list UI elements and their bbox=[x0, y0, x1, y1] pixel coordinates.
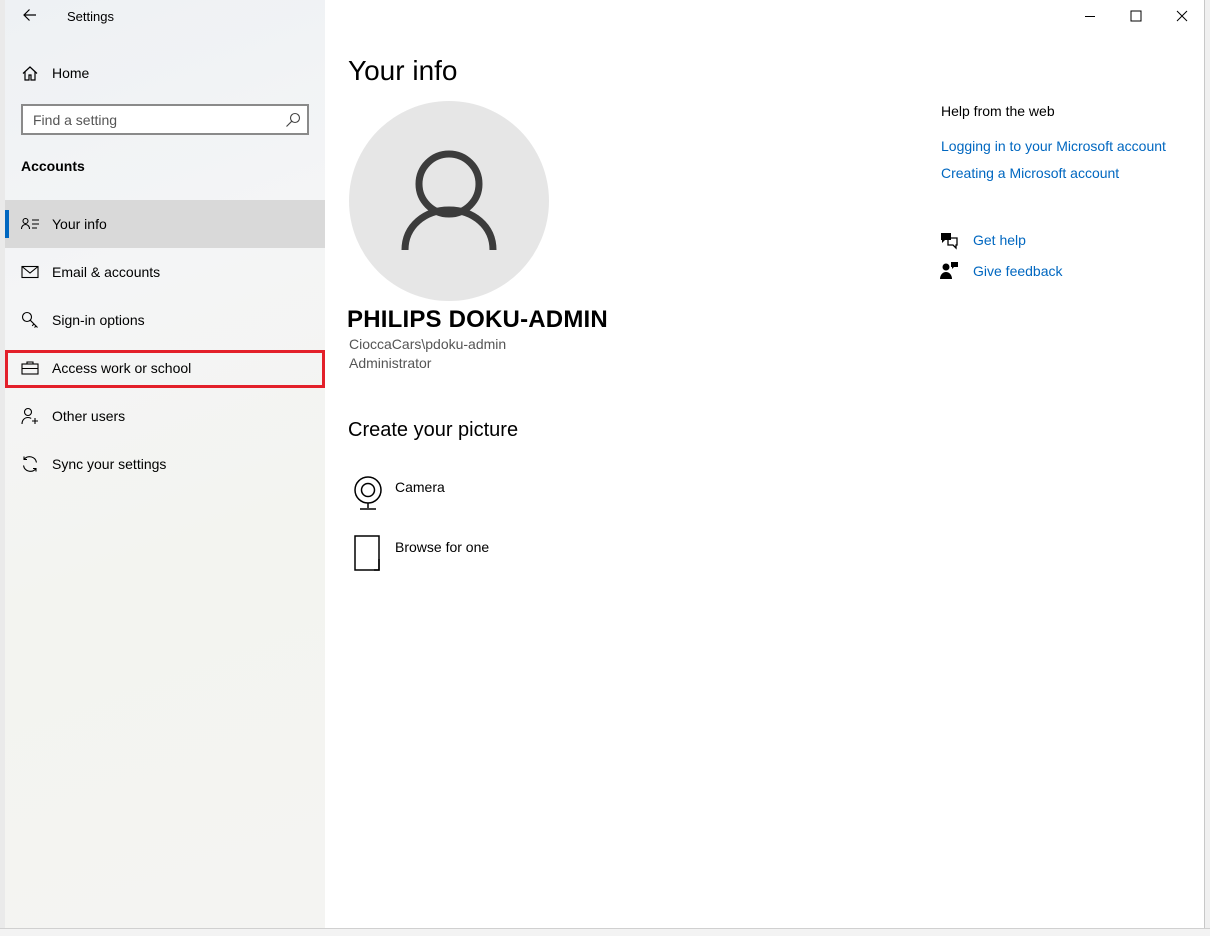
user-display-name: PHILIPS DOKU-ADMIN bbox=[347, 306, 608, 333]
close-icon bbox=[1176, 10, 1188, 22]
background-window-edge-right bbox=[1205, 0, 1210, 936]
browse-option-label: Browse for one bbox=[395, 539, 490, 555]
settings-window: Settings Home Accounts Your info bbox=[5, 0, 1205, 928]
sidebar-item-sync-settings[interactable]: Sync your settings bbox=[5, 440, 325, 488]
sidebar-item-label: Your info bbox=[52, 216, 107, 232]
create-picture-heading: Create your picture bbox=[348, 419, 519, 441]
home-icon bbox=[22, 66, 38, 81]
help-heading: Help from the web bbox=[941, 103, 1055, 119]
give-feedback-label: Give feedback bbox=[973, 263, 1063, 279]
chat-help-icon bbox=[941, 233, 958, 250]
get-help-label: Get help bbox=[973, 232, 1026, 248]
browse-option[interactable]: Browse for one bbox=[348, 535, 648, 585]
avatar bbox=[349, 101, 549, 301]
mail-icon bbox=[21, 265, 39, 279]
help-link-creating-account[interactable]: Creating a Microsoft account bbox=[941, 165, 1119, 181]
help-link-logging-in[interactable]: Logging in to your Microsoft account bbox=[941, 138, 1166, 154]
sidebar-item-label: Sync your settings bbox=[52, 456, 167, 472]
user-role: Administrator bbox=[349, 355, 432, 371]
sync-icon bbox=[22, 456, 38, 472]
maximize-button[interactable] bbox=[1113, 0, 1159, 32]
page-title: Your info bbox=[348, 55, 458, 86]
sidebar-item-label: Email & accounts bbox=[52, 264, 161, 280]
sidebar-item-label: Sign-in options bbox=[52, 312, 145, 328]
feedback-icon bbox=[940, 262, 958, 279]
sidebar-item-sign-in-options[interactable]: Sign-in options bbox=[5, 296, 325, 344]
search-box[interactable] bbox=[21, 104, 309, 135]
briefcase-icon bbox=[21, 361, 39, 375]
background-window-edge-bottom bbox=[0, 928, 1210, 936]
camera-icon bbox=[354, 476, 382, 510]
sidebar-item-other-users[interactable]: Other users bbox=[5, 392, 325, 440]
add-person-icon bbox=[21, 407, 38, 425]
sidebar-item-your-info[interactable]: Your info bbox=[5, 200, 325, 248]
sidebar: Settings Home Accounts Your info bbox=[5, 0, 325, 928]
camera-option[interactable]: Camera bbox=[348, 475, 648, 525]
back-button[interactable] bbox=[19, 4, 41, 26]
sidebar-item-email-accounts[interactable]: Email & accounts bbox=[5, 248, 325, 296]
camera-option-label: Camera bbox=[395, 479, 445, 495]
minimize-icon bbox=[1085, 16, 1095, 17]
back-arrow-icon bbox=[23, 9, 36, 21]
window-title: Settings bbox=[67, 9, 114, 24]
minimize-button[interactable] bbox=[1067, 0, 1113, 32]
close-button[interactable] bbox=[1159, 0, 1205, 32]
sidebar-item-access-work-or-school[interactable]: Access work or school bbox=[5, 344, 325, 392]
sidebar-item-label: Access work or school bbox=[52, 360, 192, 376]
contact-info-icon bbox=[21, 217, 39, 230]
maximize-icon bbox=[1130, 10, 1142, 22]
key-icon bbox=[21, 311, 38, 328]
sidebar-item-home[interactable]: Home bbox=[5, 55, 325, 91]
search-icon[interactable] bbox=[285, 112, 301, 128]
file-icon bbox=[354, 535, 380, 571]
user-silhouette-icon bbox=[401, 150, 497, 251]
sidebar-item-label: Other users bbox=[52, 408, 126, 424]
sidebar-item-label: Home bbox=[52, 65, 90, 81]
section-title: Accounts bbox=[21, 158, 85, 174]
user-account-name: CioccaCars\pdoku-admin bbox=[349, 336, 507, 352]
search-input[interactable] bbox=[23, 106, 273, 133]
